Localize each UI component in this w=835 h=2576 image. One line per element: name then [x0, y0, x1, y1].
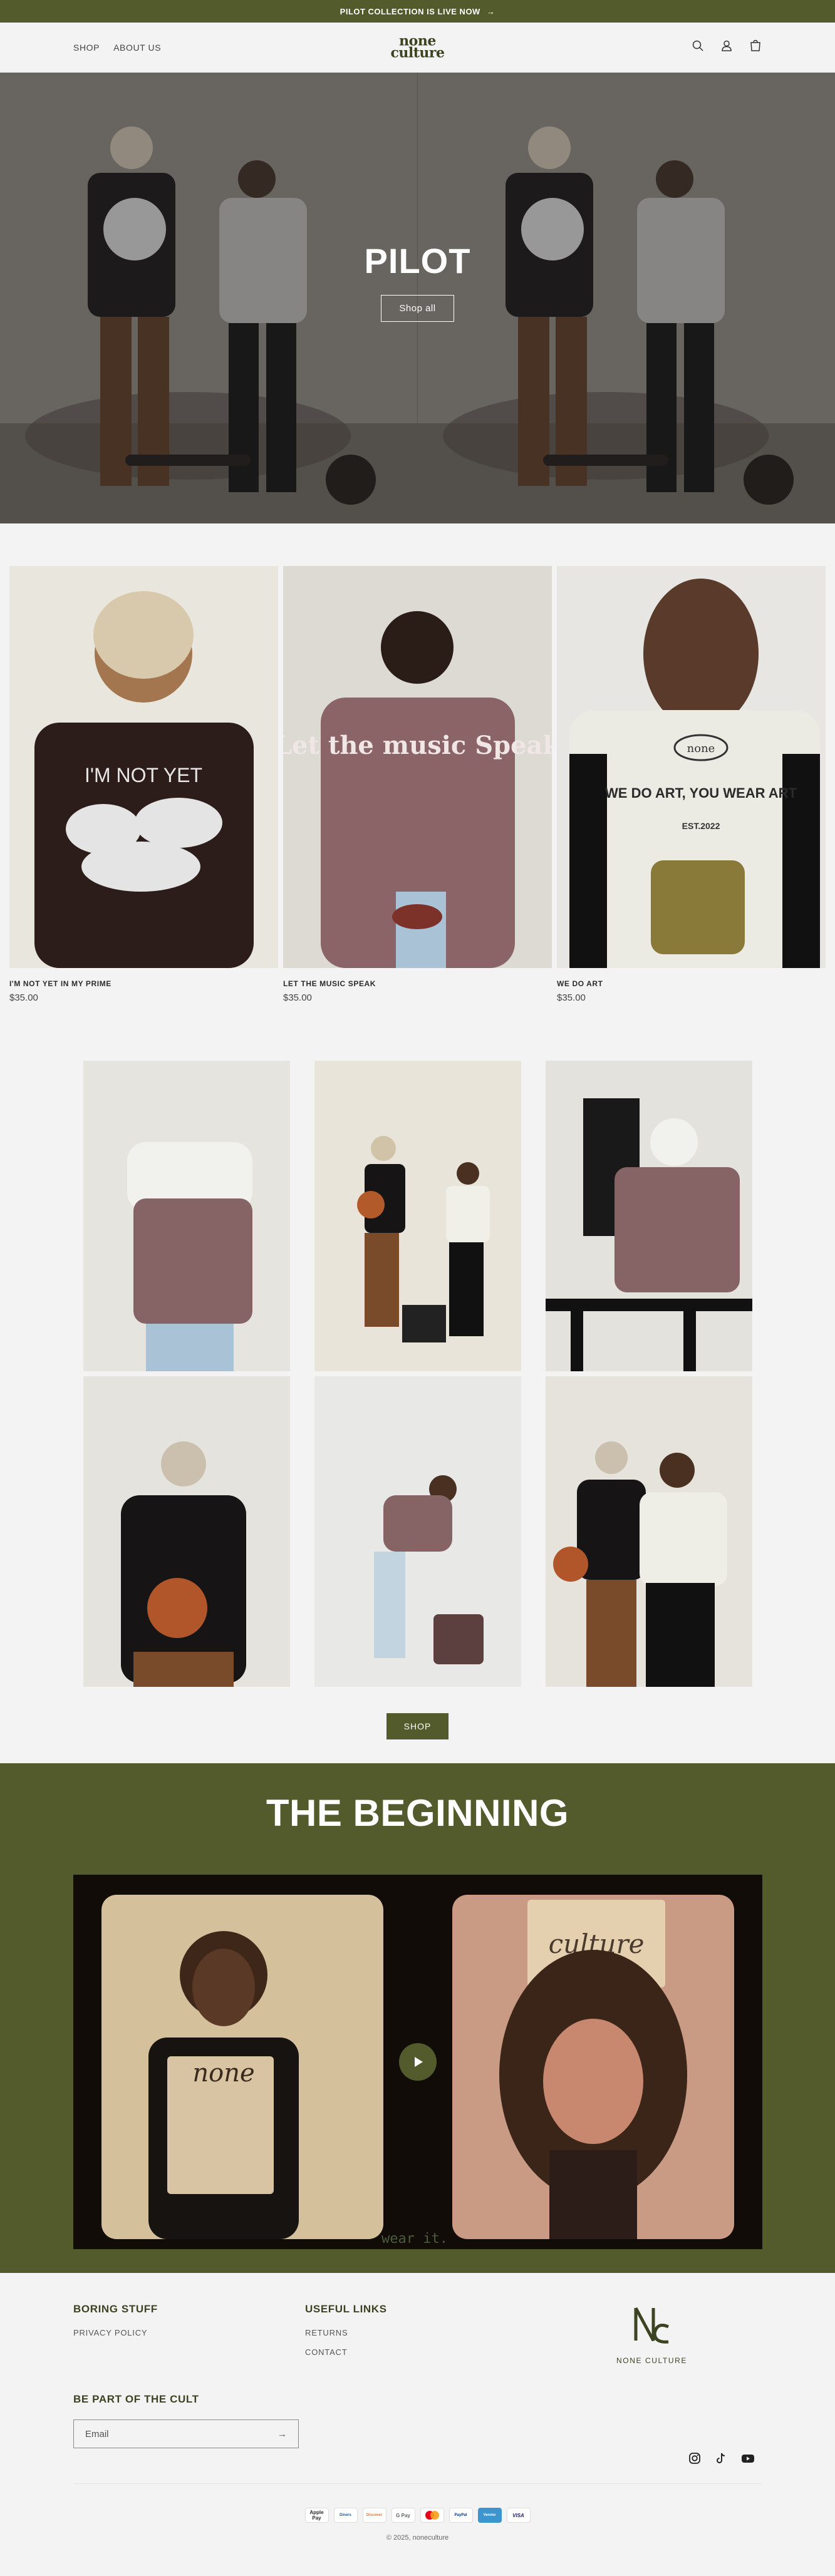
youtube-icon[interactable] — [741, 2452, 755, 2468]
footer-brand[interactable]: NONE CULTURE — [616, 2303, 687, 2365]
footer-column-useful: USEFUL LINKS RETURNS CONTACT — [305, 2303, 387, 2357]
product-title[interactable]: WE DO ART — [557, 979, 826, 988]
site-header: SHOP ABOUT US none culture — [0, 23, 835, 73]
gallery-image — [83, 1376, 290, 1687]
video-sign-left: none — [192, 2059, 254, 2088]
shirt-print-text: WE DO ART, YOU WEAR ART — [605, 785, 797, 801]
email-placeholder: Email — [85, 2428, 109, 2439]
section-title: THE BEGINNING — [266, 1792, 569, 1834]
footer-brand-name: NONE CULTURE — [616, 2356, 687, 2365]
payment-icons: Apple Pay Diners Discover G Pay PayPal V… — [73, 2508, 762, 2523]
search-icon[interactable] — [692, 39, 704, 55]
tiktok-icon[interactable] — [715, 2452, 727, 2468]
product-title[interactable]: I'M NOT YET IN MY PRIME — [9, 979, 278, 988]
play-button[interactable] — [398, 2043, 437, 2081]
visa-icon: VISA — [506, 2508, 531, 2523]
privacy-policy-link[interactable]: PRIVACY POLICY — [73, 2328, 305, 2337]
footer-heading: BORING STUFF — [73, 2303, 158, 2315]
nav-about-us[interactable]: ABOUT US — [113, 43, 161, 53]
product-price: $35.00 — [557, 992, 586, 1003]
social-links — [688, 2452, 755, 2468]
shirt-print-sub: EST.2022 — [682, 821, 720, 831]
copyright-text: © 2025, noneculture — [386, 2534, 449, 2542]
gallery-image — [314, 1376, 521, 1687]
shop-button[interactable]: SHOP — [386, 1713, 449, 1739]
nav-shop[interactable]: SHOP — [73, 43, 100, 53]
newsletter-heading: BE PART OF THE CULT — [73, 2393, 199, 2405]
product-price: $35.00 — [283, 992, 312, 1003]
gallery-image — [545, 1061, 752, 1371]
product-grid: I'M NOT YET I'M NOT YET IN MY PRIME $35.… — [0, 523, 835, 1003]
main-nav: SHOP ABOUT US — [73, 43, 161, 53]
logo-line-2: culture — [390, 44, 445, 61]
product-image[interactable]: Let the music Speak — [283, 566, 552, 968]
venmo-icon: Venmo — [477, 2508, 502, 2523]
site-logo[interactable]: none culture — [390, 34, 445, 61]
arrow-right-icon: → — [486, 6, 495, 16]
email-input[interactable]: Email → — [73, 2419, 299, 2448]
product-price: $35.00 — [9, 992, 38, 1003]
footer-heading: USEFUL LINKS — [305, 2303, 387, 2315]
product-card[interactable]: none WE DO ART, YOU WEAR ART EST.2022 WE… — [557, 566, 826, 1003]
product-card[interactable]: I'M NOT YET I'M NOT YET IN MY PRIME $35.… — [9, 566, 278, 1003]
mastercard-icon — [420, 2508, 444, 2523]
diners-icon: Diners — [333, 2508, 358, 2523]
cart-icon[interactable] — [749, 39, 762, 55]
google-pay-icon: G Pay — [391, 2508, 415, 2523]
announcement-bar[interactable]: PILOT COLLECTION IS LIVE NOW → — [0, 0, 835, 23]
play-icon — [414, 2057, 423, 2067]
returns-link[interactable]: RETURNS — [305, 2328, 387, 2337]
newsletter: BE PART OF THE CULT Email → — [73, 2393, 762, 2448]
submit-arrow-icon[interactable]: → — [277, 2429, 287, 2439]
hero-banner: PILOT Shop all — [0, 73, 835, 523]
shirt-logo-text: none — [687, 742, 715, 755]
footer-column-boring: BORING STUFF PRIVACY POLICY — [73, 2303, 305, 2357]
instagram-icon[interactable] — [688, 2452, 701, 2468]
product-title[interactable]: LET THE MUSIC SPEAK — [283, 979, 552, 988]
gallery-image — [314, 1061, 521, 1371]
shirt-print-text: Let the music Speak — [283, 731, 552, 760]
footer-logo-mark — [634, 2307, 669, 2344]
site-footer: BORING STUFF PRIVACY POLICY USEFUL LINKS… — [0, 2273, 835, 2567]
account-icon[interactable] — [720, 39, 733, 55]
hero-title: PILOT — [364, 241, 471, 281]
paypal-icon: PayPal — [449, 2508, 473, 2523]
product-card[interactable]: Let the music Speak LET THE MUSIC SPEAK … — [283, 566, 552, 1003]
apple-pay-icon: Apple Pay — [304, 2508, 329, 2523]
product-image[interactable]: none WE DO ART, YOU WEAR ART EST.2022 — [557, 566, 826, 968]
shirt-print-text: I'M NOT YET — [85, 764, 202, 786]
contact-link[interactable]: CONTACT — [305, 2347, 387, 2357]
discover-icon: Discover — [362, 2508, 386, 2523]
shop-all-button[interactable]: Shop all — [381, 295, 454, 322]
lookbook-gallery — [0, 1061, 835, 1687]
video-caption: wear it. — [381, 2231, 448, 2247]
gallery-image — [83, 1061, 290, 1371]
announcement-text: PILOT COLLECTION IS LIVE NOW — [340, 6, 480, 16]
gallery-image — [545, 1376, 752, 1687]
video-player[interactable]: none culture wear it. — [73, 1875, 762, 2249]
beginning-section: THE BEGINNING none culture wear it. — [0, 1763, 835, 2273]
payment-bar: Apple Pay Diners Discover G Pay PayPal V… — [73, 2483, 762, 2567]
product-image[interactable]: I'M NOT YET — [9, 566, 278, 968]
